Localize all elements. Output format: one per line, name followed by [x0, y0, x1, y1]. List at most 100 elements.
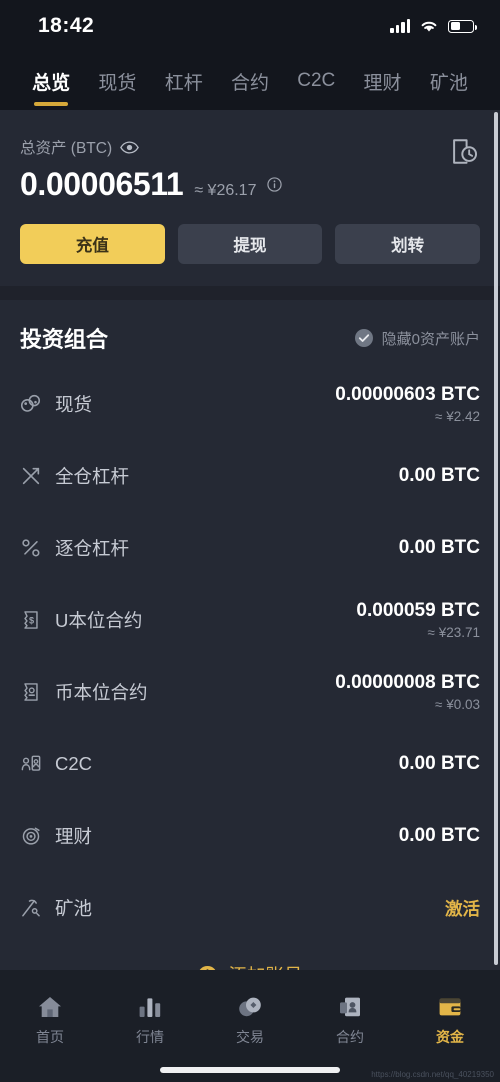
home-indicator [160, 1067, 340, 1073]
account-left: C2C [20, 753, 92, 775]
account-fiat: ≈ ¥0.03 [435, 697, 480, 712]
account-row-cross-margin[interactable]: 全仓杠杆 0.00 BTC [20, 440, 480, 512]
hide-zero-assets-toggle[interactable]: 隐藏0资产账户 [354, 328, 480, 349]
coin-futures-icon [24, 683, 38, 701]
mining-pool-icon [22, 899, 40, 917]
account-row-coin-futures[interactable]: 币本位合约 0.00000008 BTC ≈ ¥0.03 [20, 656, 480, 728]
tab-label: 理财 [363, 72, 402, 94]
isolated-margin-icon [22, 539, 40, 557]
account-fiat: ≈ ¥23.71 [427, 625, 480, 640]
eye-icon[interactable] [120, 140, 140, 154]
usdt-futures-icon: $ [24, 611, 38, 629]
cross-margin-icon [22, 467, 40, 485]
withdraw-button[interactable]: 提现 [177, 224, 323, 264]
hide-zero-assets-label: 隐藏0资产账户 [381, 330, 480, 348]
account-left: 全仓杠杆 [20, 463, 129, 489]
checkmark-circle-icon [354, 329, 373, 347]
activate-link[interactable]: 激活 [445, 896, 480, 921]
status-time: 18:42 [38, 14, 95, 37]
account-row-usdt-futures[interactable]: $ U本位合约 0.000059 BTC ≈ ¥23.71 [20, 584, 480, 656]
watermark-text: https://blog.csdn.net/qq_40219350 [371, 1070, 494, 1079]
nav-label: 交易 [236, 1029, 264, 1045]
balance-action-buttons: 充值 提现 划转 [20, 224, 481, 264]
info-icon[interactable] [267, 177, 283, 192]
account-name: C2C [55, 753, 93, 774]
add-account-label: 添加账号 [228, 962, 302, 970]
tab-overview[interactable]: 总览 [18, 52, 84, 110]
tab-earn[interactable]: 理财 [349, 52, 415, 110]
account-amount: 0.00 BTC [398, 825, 480, 846]
account-amount: 0.00000603 BTC [335, 384, 480, 405]
tab-pool[interactable]: 矿池 [416, 52, 482, 110]
c2c-users-icon [21, 755, 41, 771]
trade-icon [239, 997, 261, 1017]
markets-icon [139, 998, 161, 1017]
tab-active-underline [34, 102, 69, 106]
account-name: 理财 [55, 826, 93, 847]
tab-margin[interactable]: 杠杆 [151, 52, 217, 110]
wifi-icon [421, 21, 437, 31]
add-account-button[interactable]: 添加账号 [20, 944, 480, 970]
account-left: 币本位合约 [20, 679, 148, 705]
nav-label: 合约 [336, 1029, 364, 1045]
cellular-signal-icon [390, 19, 410, 33]
account-row-mining-pool[interactable]: 矿池 激活 [20, 872, 480, 944]
account-right: 0.00 BTC [399, 825, 480, 847]
portfolio-section: 投资组合 隐藏0资产账户 现货 0.00000603 BTC ≈ ¥2.42 全… [0, 300, 500, 970]
app-screen: 18:42 总览 现货 杠杆 合约 C2C 理财 矿池 总资产 (BTC) 0.… [0, 0, 500, 1082]
account-right: 0.000059 BTC ≈ ¥23.71 [356, 600, 480, 640]
balance-label-row: 总资产 (BTC) [20, 136, 480, 158]
account-name: 币本位合约 [55, 682, 148, 703]
nav-assets[interactable]: 资金 [400, 994, 500, 1047]
content-scroll-area[interactable]: 总资产 (BTC) 0.00006511 ≈ ¥26.17 充值 提现 划转 投… [0, 110, 500, 970]
account-row-earn[interactable]: 理财 0.00 BTC [20, 800, 480, 872]
home-icon [39, 997, 61, 1017]
nav-futures[interactable]: 合约 [300, 994, 400, 1047]
portfolio-title: 投资组合 [20, 327, 109, 352]
nav-home[interactable]: 首页 [0, 994, 100, 1047]
nav-label: 资金 [436, 1029, 464, 1045]
account-left: 逐仓杠杆 [20, 535, 129, 561]
nav-markets[interactable]: 行情 [100, 994, 200, 1047]
tab-spot[interactable]: 现货 [84, 52, 150, 110]
tab-c2c[interactable]: C2C [283, 52, 349, 110]
account-amount: 0.000059 BTC [356, 600, 480, 621]
account-fiat: ≈ ¥2.42 [435, 409, 480, 424]
nav-trade[interactable]: 交易 [200, 994, 300, 1047]
account-left: 矿池 [20, 895, 92, 921]
section-divider [0, 286, 500, 300]
account-right: 0.00 BTC [399, 537, 480, 559]
account-right: 0.00 BTC [399, 465, 480, 487]
earn-circle-icon [22, 827, 40, 845]
tab-label: 现货 [98, 72, 137, 94]
deposit-button[interactable]: 充值 [20, 224, 165, 264]
nav-label: 首页 [36, 1029, 64, 1045]
account-row-spot[interactable]: 现货 0.00000603 BTC ≈ ¥2.42 [20, 368, 480, 440]
account-row-isolated-margin[interactable]: 逐仓杠杆 0.00 BTC [20, 512, 480, 584]
account-name: 现货 [55, 394, 93, 415]
account-tab-strip: 总览 现货 杠杆 合约 C2C 理财 矿池 [0, 52, 500, 110]
nav-label: 行情 [136, 1029, 164, 1045]
tab-futures[interactable]: 合约 [217, 52, 283, 110]
balance-amount: 0.00006511 [20, 166, 184, 202]
tab-label: 总览 [32, 72, 71, 94]
tab-label: 杠杆 [164, 72, 203, 94]
account-left: 现货 [20, 391, 92, 417]
transaction-history-icon[interactable] [451, 138, 478, 165]
account-right: 0.00000008 BTC ≈ ¥0.03 [335, 672, 480, 712]
svg-text:$: $ [29, 615, 34, 625]
transfer-button[interactable]: 划转 [335, 224, 481, 264]
account-name: 矿池 [55, 898, 93, 919]
tab-label: 合约 [230, 72, 269, 94]
account-name: 全仓杠杆 [55, 466, 130, 487]
wallet-icon [439, 998, 461, 1016]
total-balance-card: 总资产 (BTC) 0.00006511 ≈ ¥26.17 充值 提现 划转 [0, 110, 500, 286]
bottom-navigation: 首页 行情 交易 合约 资金 https://blog.csdn.net/qq_… [0, 970, 500, 1082]
vertical-scrollbar[interactable] [494, 112, 498, 965]
account-amount: 0.00 BTC [398, 537, 480, 558]
total-assets-label: 总资产 (BTC) [20, 140, 113, 157]
futures-icon [340, 997, 360, 1017]
account-name: 逐仓杠杆 [55, 538, 130, 559]
account-row-c2c[interactable]: C2C 0.00 BTC [20, 728, 480, 800]
account-right: 激活 [445, 896, 480, 921]
